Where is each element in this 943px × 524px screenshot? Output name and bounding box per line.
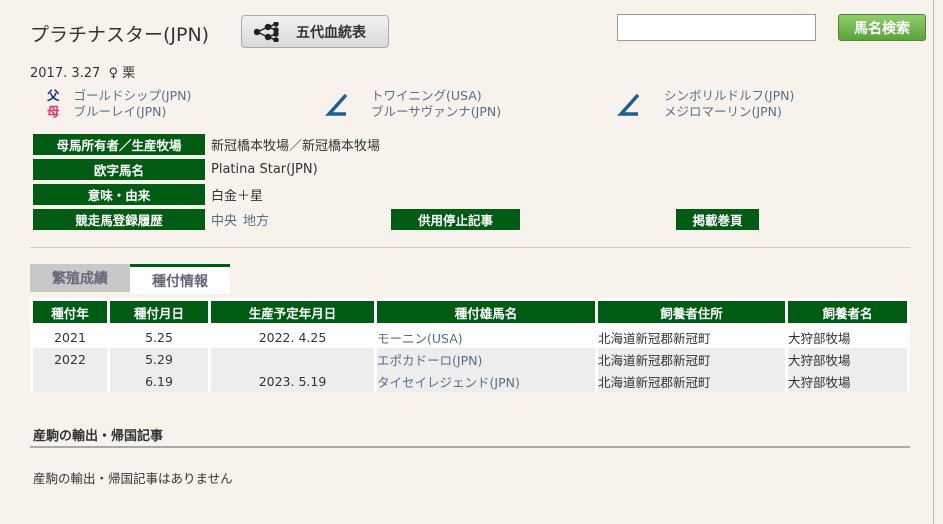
table-row: 6.19 2023. 5.19 タイセイレジェンド(JPN) 北海道新冠郡新冠町 大狩部… — [33, 370, 907, 392]
sire-label: 父 — [47, 88, 60, 103]
dam-label: 母 — [47, 104, 60, 119]
tab-breeding-results[interactable]: 繁殖成績 — [30, 264, 130, 292]
roman-name-label: 欧字馬名 — [33, 159, 205, 180]
horse-search-input[interactable] — [617, 14, 816, 41]
stallion-link[interactable]: エポカドーロ(JPN) — [377, 348, 595, 370]
sire-link[interactable]: ゴールドシップ(JPN) — [74, 88, 192, 103]
birth-date: 2017. 3.27 — [30, 66, 101, 81]
col-due-date: 生産予定年月日 — [211, 301, 374, 326]
owner-value: 新冠橋本牧場／新冠橋本牧場 — [211, 139, 381, 154]
suspension-article-button[interactable]: 供用停止記事 — [391, 209, 520, 230]
divider — [30, 247, 910, 248]
col-address: 飼養者住所 — [598, 301, 785, 326]
cell-date: 5.25 — [145, 329, 173, 345]
col-stallion: 種付雄馬名 — [377, 301, 595, 326]
coat-color: 栗 — [122, 66, 136, 81]
cell-keeper: 大狩部牧場 — [788, 374, 851, 390]
horse-name: プラチナスター(JPN) — [30, 24, 210, 46]
pedigree-button-label: 五代血統表 — [296, 24, 366, 41]
page-border — [933, 0, 934, 524]
cell-address: 北海道新冠郡新冠町 — [598, 352, 711, 368]
stallion-link[interactable]: タイセイレジェンド(JPN) — [377, 370, 595, 392]
dam-link[interactable]: ブルーレイ(JPN) — [74, 104, 167, 119]
mating-table-container: 種付年 種付月日 生産予定年月日 種付雄馬名 飼養者住所 飼養者名 2021 5.… — [30, 298, 910, 392]
export-empty-message: 産駒の輸出・帰国記事はありません — [33, 471, 233, 486]
cell-due — [211, 348, 374, 370]
local-link[interactable]: 地方 — [243, 210, 269, 229]
dam-sire-link[interactable]: トワイニング(USA) — [371, 88, 501, 104]
central-link[interactable]: 中央 — [211, 210, 237, 229]
cell-year — [33, 370, 107, 392]
granddam-sire-link[interactable]: シンボリルドルフ(JPN) — [664, 88, 794, 104]
table-row: 2021 5.25 2022. 4.25 モーニン(USA) 北海道新冠郡新冠町 大狩部牧… — [33, 326, 907, 348]
table-row: 2022 5.29 エポカドーロ(JPN) 北海道新冠郡新冠町 大狩部牧場 — [33, 348, 907, 370]
roman-name-value: Platina Star(JPN) — [211, 162, 318, 177]
cell-keeper: 大狩部牧場 — [788, 352, 851, 368]
meaning-label: 意味・由来 — [33, 184, 205, 205]
cell-date: 6.19 — [145, 373, 173, 389]
owner-label: 母馬所有者／生産牧場 — [33, 134, 205, 155]
dam-dam-link[interactable]: ブルーサヴァンナ(JPN) — [371, 104, 501, 120]
col-date: 種付月日 — [110, 301, 208, 326]
divider — [30, 446, 910, 448]
birth-info: 2017. 3.27 ♀ 栗 — [30, 62, 135, 81]
meaning-value: 白金＋星 — [211, 189, 264, 204]
granddam-dam-link[interactable]: メジロマーリン(JPN) — [664, 104, 794, 120]
pedigree-tree-icon — [254, 21, 279, 42]
stallion-link[interactable]: モーニン(USA) — [377, 326, 595, 348]
pedigree-button[interactable]: 五代血統表 — [241, 15, 389, 48]
mating-table: 種付年 種付月日 生産予定年月日 種付雄馬名 飼養者住所 飼養者名 2021 5.… — [30, 301, 910, 392]
col-keeper: 飼養者名 — [788, 301, 907, 326]
cell-keeper: 大狩部牧場 — [788, 330, 851, 346]
registration-label: 競走馬登録履歴 — [33, 209, 205, 230]
cell-due: 2023. 5.19 — [258, 373, 327, 389]
cell-year: 2021 — [54, 329, 86, 345]
export-section-title: 産駒の輸出・帰国記事 — [33, 429, 164, 444]
volume-page-button[interactable]: 掲載巻頁 — [676, 209, 759, 230]
cell-date: 5.29 — [145, 351, 173, 367]
cell-year: 2022 — [33, 348, 107, 370]
sex-icon: ♀ — [108, 66, 119, 81]
bracket-arrow-icon — [617, 93, 640, 116]
cell-address: 北海道新冠郡新冠町 — [598, 330, 711, 346]
tab-mating-info[interactable]: 種付情報 — [130, 264, 230, 294]
col-year: 種付年 — [33, 301, 107, 326]
cell-due: 2022. 4.25 — [258, 329, 327, 345]
horse-search-button[interactable]: 馬名検索 — [838, 14, 926, 41]
bracket-arrow-icon — [325, 93, 348, 116]
cell-address: 北海道新冠郡新冠町 — [598, 374, 711, 390]
